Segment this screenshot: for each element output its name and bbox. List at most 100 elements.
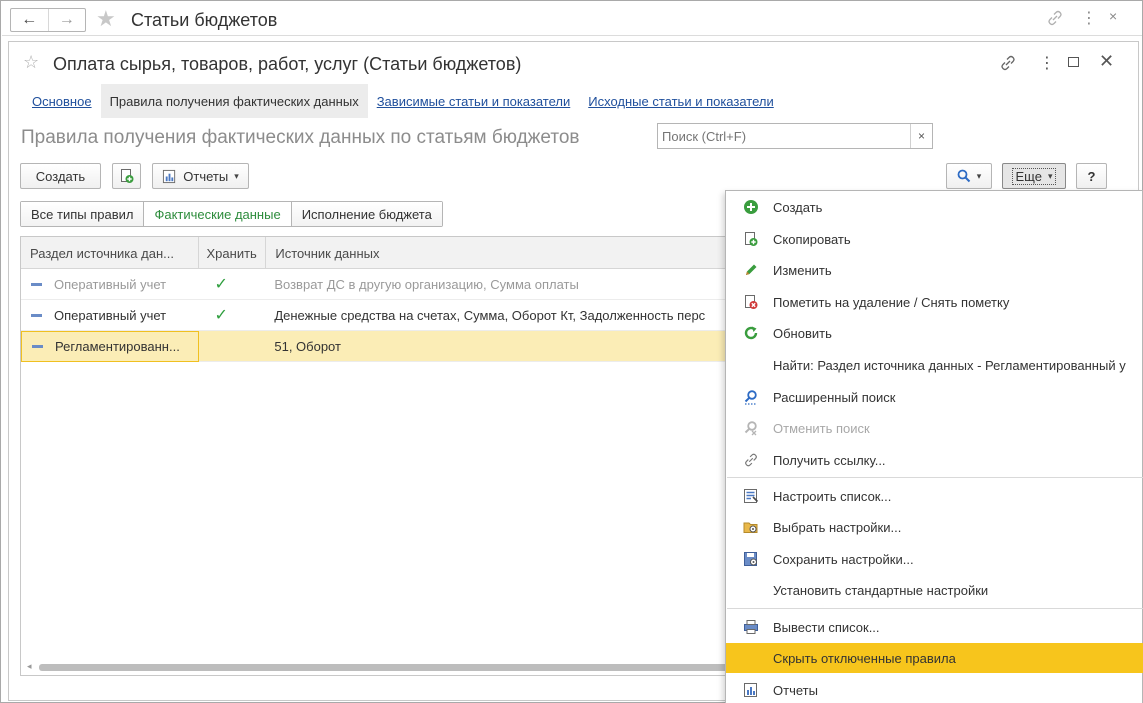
back-arrow-icon: ← (21, 11, 38, 28)
store-cell: ✓ (199, 269, 267, 300)
close-icon[interactable]: ✕ (1099, 51, 1114, 72)
reports-icon (743, 682, 759, 698)
create-button[interactable]: Создать (20, 163, 101, 189)
favorite-star-icon[interactable]: ☆ (23, 52, 39, 73)
menu-item-get-link[interactable]: Получить ссылку... (726, 445, 1143, 475)
application-window: ← → ★ Статьи бюджетов ⋮ × ☆ Оплата сырья… (0, 0, 1143, 703)
open-settings-icon (743, 519, 759, 535)
menu-item-label: Сохранить настройки... (773, 551, 914, 567)
copy-icon (743, 231, 759, 247)
link-icon[interactable] (1046, 9, 1064, 27)
tab-source-items[interactable]: Исходные статьи и показатели (579, 84, 783, 118)
menu-item-create[interactable]: Создать (726, 192, 1143, 222)
more-icon[interactable]: ⋮ (1081, 8, 1097, 28)
rules-table: Раздел источника дан... Хранить Источник… (20, 236, 732, 676)
menu-item-label: Скопировать (773, 231, 851, 247)
menu-item-label: Выбрать настройки... (773, 519, 902, 535)
menu-item-advanced-search[interactable]: Расширенный поиск (726, 382, 1143, 412)
source-cell: Денежные средства на счетах, Сумма, Обор… (274, 307, 706, 323)
rule-type-filter: Все типы правил Фактические данные Испол… (20, 201, 443, 227)
source-cell: Возврат ДС в другую организацию, Сумма о… (274, 276, 579, 292)
more-actions-menu: Создать Скопировать Изменить Пометить на… (725, 190, 1143, 703)
row-marker-icon (31, 282, 42, 286)
more-icon[interactable]: ⋮ (1039, 53, 1055, 73)
menu-item-mark-deletion[interactable]: Пометить на удаление / Снять пометку (726, 287, 1143, 317)
menu-item-select-settings[interactable]: Выбрать настройки... (726, 512, 1143, 542)
tab-dependent-items[interactable]: Зависимые статьи и показатели (368, 84, 580, 118)
maximize-icon[interactable] (1068, 57, 1079, 67)
menu-item-hide-disabled-rules[interactable]: Скрыть отключенные правила (726, 643, 1143, 673)
save-settings-icon (743, 551, 759, 567)
menu-item-label: Получить ссылку... (773, 452, 886, 468)
row-marker-icon (31, 313, 42, 317)
menu-item-label: Настроить список... (773, 488, 892, 504)
menu-item-label: Изменить (773, 262, 832, 278)
section-cell: Регламентированн... (21, 330, 199, 362)
filter-all-rule-types[interactable]: Все типы правил (21, 202, 145, 226)
search-box: × (657, 123, 933, 149)
reports-button[interactable]: Отчеты ▾ (152, 163, 249, 189)
menu-item-label: Вывести список... (773, 619, 880, 635)
store-cell (199, 331, 267, 362)
scroll-left-icon[interactable]: ◂ (27, 661, 32, 672)
clear-search-button[interactable]: × (910, 124, 932, 148)
create-button-label: Создать (35, 168, 86, 184)
back-button[interactable]: ← (11, 9, 48, 31)
table-row[interactable]: Оперативный учет ✓ Возврат ДС в другую о… (21, 269, 731, 300)
copy-icon (120, 169, 133, 183)
table-header: Раздел источника дан... Хранить Источник… (21, 237, 731, 269)
forward-arrow-icon: → (58, 11, 75, 28)
reports-icon (163, 169, 176, 183)
menu-item-label: Отменить поиск (773, 420, 870, 436)
menu-separator (727, 477, 1143, 478)
column-header-store[interactable]: Хранить (199, 237, 267, 269)
checkmark-icon: ✓ (214, 307, 228, 324)
top-bar: ← → ★ Статьи бюджетов ⋮ × (2, 2, 1142, 36)
link-icon (743, 452, 759, 468)
table-row-selected[interactable]: Регламентированн... 51, Оборот (21, 330, 731, 362)
menu-item-cancel-search[interactable]: Отменить поиск (726, 413, 1143, 443)
menu-item-edit[interactable]: Изменить (726, 255, 1143, 285)
more-actions-button[interactable]: Еще ▾ (1002, 163, 1066, 189)
search-input[interactable] (658, 124, 910, 148)
link-icon[interactable] (999, 54, 1017, 72)
print-list-icon (743, 619, 759, 635)
favorite-star-icon[interactable]: ★ (96, 6, 116, 32)
help-button[interactable]: ? (1076, 163, 1107, 189)
tab-actual-data-rules[interactable]: Правила получения фактических данных (100, 84, 368, 118)
copy-button[interactable] (112, 163, 141, 189)
tab-main[interactable]: Основное (23, 84, 101, 118)
column-header-section[interactable]: Раздел источника дан... (21, 237, 199, 269)
forward-button[interactable]: → (47, 9, 86, 31)
section-value: Оперативный учет (54, 276, 167, 292)
source-cell: 51, Оборот (274, 338, 341, 354)
table-row[interactable]: Оперативный учет ✓ Денежные средства на … (21, 300, 731, 331)
menu-item-refresh[interactable]: Обновить (726, 318, 1143, 348)
menu-separator (727, 608, 1143, 609)
menu-item-reports[interactable]: Отчеты (726, 675, 1143, 703)
chevron-down-icon: ▾ (1047, 170, 1053, 181)
refresh-icon (743, 325, 759, 341)
delete-mark-icon (743, 294, 759, 310)
menu-item-configure-list[interactable]: Настроить список... (726, 481, 1143, 511)
close-icon: × (917, 129, 925, 143)
menu-item-default-settings[interactable]: Установить стандартные настройки (726, 575, 1143, 605)
horizontal-scrollbar[interactable] (39, 664, 729, 671)
menu-item-save-settings[interactable]: Сохранить настройки... (726, 544, 1143, 574)
advanced-search-icon (743, 389, 759, 405)
cancel-search-icon (743, 420, 759, 436)
page-title: Статьи бюджетов (131, 10, 278, 30)
menu-item-print-list[interactable]: Вывести список... (726, 612, 1143, 642)
chevron-down-icon: ▾ (976, 170, 982, 181)
menu-item-find[interactable]: Найти: Раздел источника данных - Регламе… (726, 350, 1143, 380)
column-header-source[interactable]: Источник данных (266, 237, 731, 269)
search-button[interactable]: ▾ (946, 163, 992, 189)
tab-bar: Основное Правила получения фактических д… (23, 84, 783, 118)
form-title: Оплата сырья, товаров, работ, услуг (Ста… (53, 54, 522, 74)
filter-budget-execution[interactable]: Исполнение бюджета (291, 202, 442, 226)
filter-actual-data[interactable]: Фактические данные (144, 202, 292, 226)
close-icon[interactable]: × (1109, 8, 1117, 24)
menu-item-label: Найти: Раздел источника данных - Регламе… (773, 357, 1126, 373)
navigation-group: ← → (10, 8, 86, 32)
menu-item-copy[interactable]: Скопировать (726, 224, 1143, 254)
